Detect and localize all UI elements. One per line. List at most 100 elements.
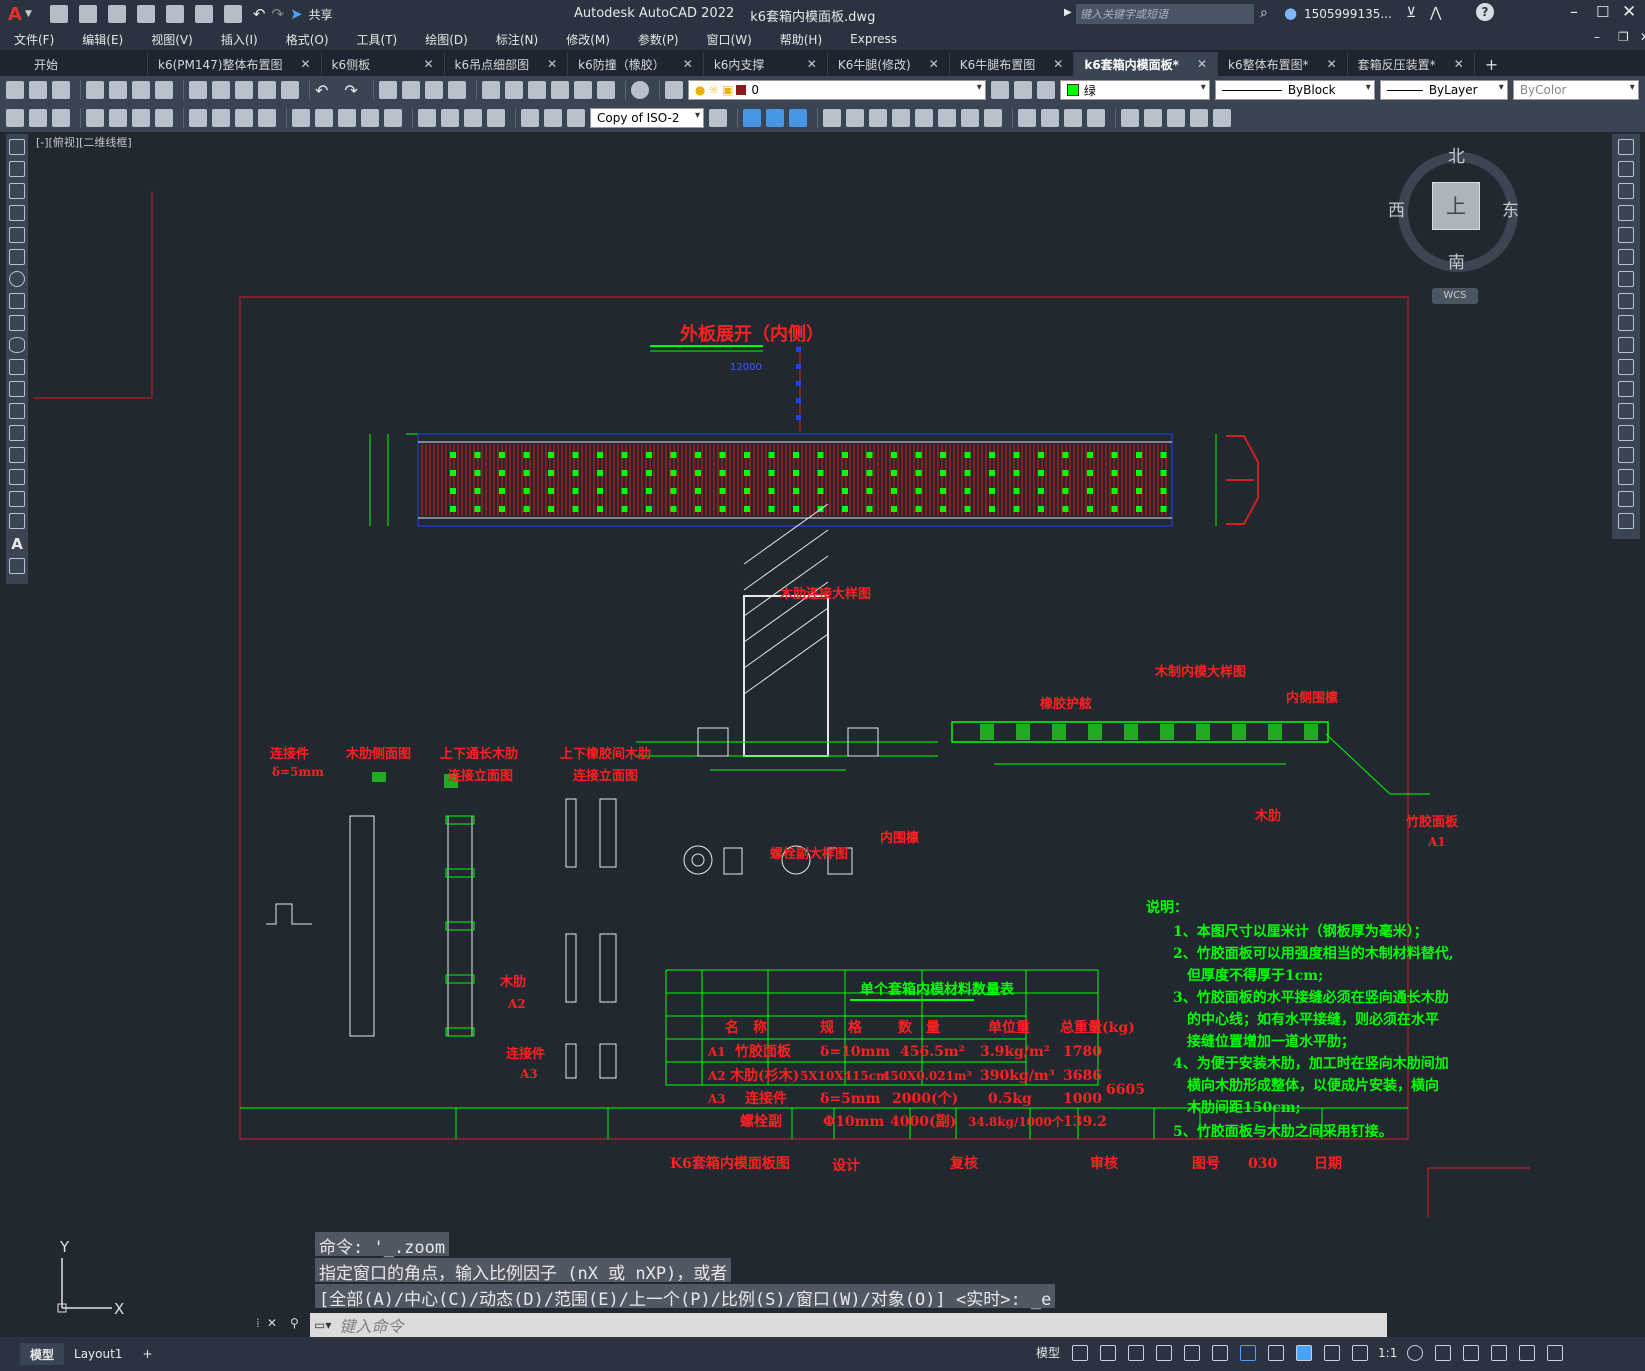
dim-update-icon[interactable] — [567, 109, 585, 127]
viewport-label[interactable]: [-][俯视][二维线框] — [36, 134, 132, 150]
extend-icon[interactable] — [1618, 359, 1634, 375]
extract-edges-icon[interactable] — [1213, 109, 1231, 127]
plot-icon[interactable] — [223, 5, 242, 23]
clean-screen-icon[interactable] — [1519, 1344, 1536, 1361]
insert-block-icon[interactable] — [9, 381, 25, 397]
sheet-set-icon[interactable] — [550, 81, 569, 99]
add-selected-icon[interactable] — [9, 558, 25, 574]
ellipse-icon[interactable] — [9, 337, 25, 353]
doc-close-icon[interactable]: ✕ — [1626, 30, 1645, 44]
intersect-icon[interactable] — [789, 109, 807, 127]
layer-on-icon[interactable]: ● — [695, 83, 705, 97]
publish-icon[interactable] — [132, 81, 150, 99]
layer-freeze-icon[interactable]: ☼ — [708, 83, 719, 97]
dimstyle-dropdown[interactable]: Copy of ISO-2 ▾ — [590, 108, 704, 128]
block-editor-icon[interactable] — [281, 81, 299, 99]
compass-north[interactable]: 北 — [1448, 142, 1465, 167]
tab-close-icon[interactable]: ✕ — [1053, 57, 1063, 71]
tab-model[interactable]: 模型 — [20, 1343, 65, 1365]
linetype-dropdown[interactable]: ByBlock ▾ — [1214, 80, 1375, 100]
zoom-previous-icon[interactable] — [447, 81, 466, 99]
drawing-canvas[interactable]: 外板展开（内侧） 木肋连接大样图 木制内模大样图 橡胶护舷 内侧围檩 木肋 竹胶… — [30, 134, 1610, 1274]
open-icon[interactable] — [29, 81, 47, 99]
offset-faces-icon[interactable] — [869, 109, 887, 127]
new-tab-button[interactable]: + — [1475, 52, 1508, 76]
cut-icon[interactable] — [189, 81, 207, 99]
viewcube-top-face[interactable]: 上 — [1432, 182, 1480, 230]
spline-icon[interactable] — [9, 315, 25, 331]
open-icon[interactable] — [78, 5, 97, 23]
erase-icon[interactable] — [1618, 139, 1634, 155]
scale-icon[interactable] — [1618, 293, 1634, 309]
workspace-icon[interactable] — [6, 109, 24, 127]
line-icon[interactable] — [9, 139, 25, 155]
layer-walk-icon[interactable] — [52, 109, 70, 127]
copy-object-icon[interactable] — [1618, 161, 1634, 177]
copy-icon[interactable] — [212, 81, 230, 99]
plot-icon[interactable] — [86, 81, 104, 99]
cart-icon[interactable]: ⊻ — [1406, 5, 1416, 21]
tab-close-icon[interactable]: ✕ — [1327, 57, 1337, 71]
ortho-icon[interactable] — [1128, 1344, 1145, 1361]
zoom-window-icon[interactable] — [424, 81, 443, 99]
copy-faces-icon[interactable] — [961, 109, 979, 127]
help-icon[interactable]: ? — [1476, 3, 1494, 21]
ellipse-arc-icon[interactable] — [9, 359, 25, 375]
slice-icon[interactable] — [1144, 109, 1162, 127]
compass-east[interactable]: 东 — [1502, 196, 1519, 221]
trim-icon[interactable] — [1618, 337, 1634, 353]
dimstyle-icon[interactable] — [709, 109, 727, 127]
menu-view[interactable]: 视图(V) — [137, 31, 207, 48]
dim-text-edit-icon[interactable] — [544, 109, 562, 127]
user-name[interactable]: 1505999135... — [1304, 7, 1392, 21]
maximize-icon[interactable]: ☐ — [1596, 3, 1609, 21]
markup-icon[interactable] — [573, 81, 592, 99]
table-icon[interactable] — [9, 513, 25, 529]
dim-baseline-icon[interactable] — [315, 109, 333, 127]
annotation-scale-icon[interactable] — [1352, 1344, 1369, 1361]
auto-scale-icon[interactable] — [1324, 1344, 1341, 1361]
clean-icon[interactable] — [1041, 109, 1059, 127]
hardware-acceleration-icon[interactable] — [1491, 1344, 1508, 1361]
delete-faces-icon[interactable] — [892, 109, 910, 127]
menu-format[interactable]: 格式(O) — [272, 31, 343, 48]
quick-dim-icon[interactable] — [292, 109, 310, 127]
tab-start[interactable]: 开始 — [0, 52, 148, 76]
tab-close-icon[interactable]: ✕ — [300, 57, 310, 71]
compass-south[interactable]: 南 — [1448, 248, 1465, 273]
menu-dimension[interactable]: 标注(N) — [482, 31, 552, 48]
web-open-icon[interactable] — [165, 5, 184, 23]
interfere-icon[interactable] — [1190, 109, 1208, 127]
color-faces-icon[interactable] — [984, 109, 1002, 127]
taper-faces-icon[interactable] — [938, 109, 956, 127]
new-icon[interactable] — [49, 5, 68, 23]
add-layout-icon[interactable]: + — [132, 1343, 162, 1365]
arc-icon[interactable] — [9, 249, 25, 265]
minimize-icon[interactable]: – — [1570, 2, 1578, 21]
dim-linear-icon[interactable] — [86, 109, 104, 127]
menu-modify[interactable]: 修改(M) — [552, 31, 624, 48]
plotstyle-dropdown[interactable]: ByColor ▾ — [1512, 80, 1639, 100]
offset-icon[interactable] — [1618, 205, 1634, 221]
3d-print-icon[interactable] — [155, 81, 173, 99]
inspect-icon[interactable] — [464, 109, 482, 127]
save-as-icon[interactable] — [136, 5, 155, 23]
explode-icon[interactable] — [1618, 513, 1634, 529]
tab-close-icon[interactable]: ✕ — [1454, 57, 1464, 71]
make-block-icon[interactable] — [9, 403, 25, 419]
annotation-visibility-icon[interactable] — [1296, 1344, 1313, 1361]
undo-icon[interactable]: ↶ — [315, 81, 328, 100]
preview-icon[interactable] — [109, 81, 127, 99]
mtext-icon[interactable]: A — [6, 535, 28, 553]
app-menu-chevron-icon[interactable]: ▼ — [25, 9, 32, 19]
customize-icon[interactable] — [1547, 1344, 1564, 1361]
check-icon[interactable] — [1121, 109, 1139, 127]
point-icon[interactable] — [9, 425, 25, 441]
tab-close-icon[interactable]: ✕ — [807, 57, 817, 71]
tab-file[interactable]: k6吊点细部图 ✕ — [445, 52, 569, 76]
snap-icon[interactable] — [1100, 1344, 1117, 1361]
rotate-icon[interactable] — [1618, 271, 1634, 287]
dim-ordinate-icon[interactable] — [155, 109, 173, 127]
search-input[interactable]: 键入关键字或短语 — [1076, 4, 1254, 24]
dim-continue-icon[interactable] — [338, 109, 356, 127]
